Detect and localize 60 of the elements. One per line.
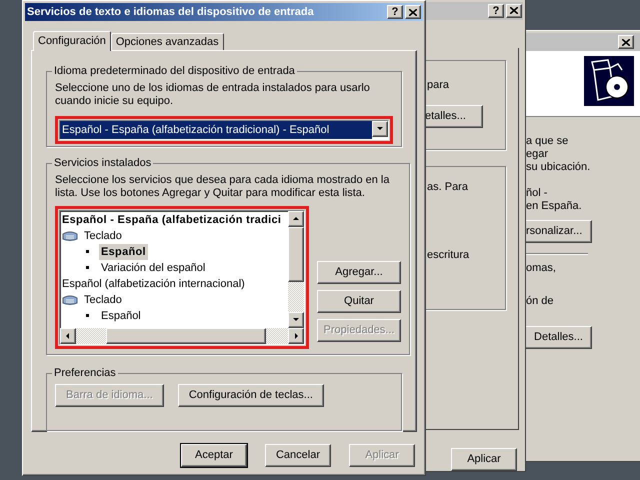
description-text: as. Para	[426, 180, 469, 195]
apply-button[interactable]: Aplicar	[451, 448, 517, 471]
scroll-thumb[interactable]	[288, 226, 304, 282]
close-button[interactable]	[506, 4, 522, 18]
close-icon	[510, 7, 518, 14]
service-item[interactable]: Variación del español	[99, 260, 208, 276]
description-text: omas,	[526, 262, 557, 275]
keyboard-icon	[62, 230, 78, 241]
description-text: Seleccione los servicios que desea para cada idioma mostrado en la lista. Use los botones Agregar y Quitar para modificar esta lista.	[55, 174, 390, 200]
keyboard-icon	[62, 294, 78, 305]
triangle-icon	[376, 124, 384, 132]
language-item[interactable]: Español - España (alfabetización tradici	[60, 212, 288, 228]
services-list[interactable]: Español - España (alfabetización tradici Teclado Español Variación del español Español (alfabetización internacional) Teclado Español	[59, 210, 305, 344]
close-icon	[622, 38, 630, 46]
close-button[interactable]	[405, 5, 421, 19]
vertical-scrollbar[interactable]	[288, 210, 304, 328]
description-text: ñol -	[526, 187, 548, 200]
help-button[interactable]: ?	[488, 4, 504, 18]
category-label: Teclado	[84, 292, 122, 308]
description-text: ón de	[526, 295, 555, 308]
group-label: Servicios instalados	[53, 156, 152, 171]
triangle-icon	[64, 332, 72, 340]
dropdown-arrow-button[interactable]	[372, 120, 388, 136]
scroll-left-button[interactable]	[60, 328, 76, 344]
details-button[interactable]: Detalles...	[526, 326, 592, 349]
description-text: para	[426, 78, 450, 93]
dialog-button[interactable]: Cancelar	[265, 444, 331, 467]
tab[interactable]: Configuración	[33, 31, 111, 51]
window-title: Servicios de texto e idiomas del dispositivo de entrada	[27, 4, 314, 20]
customize-button[interactable]: rsonalizar...	[526, 220, 592, 243]
dialog-button[interactable]: Aceptar	[181, 444, 247, 467]
scroll-down-button[interactable]	[288, 312, 304, 328]
category-label: Teclado	[84, 228, 122, 244]
group-label: Preferencias	[53, 366, 117, 382]
preference-button[interactable]: Configuración de teclas...	[178, 384, 324, 407]
scroll-right-button[interactable]	[288, 328, 304, 344]
description-text: egar	[526, 148, 550, 161]
service-item[interactable]: Español	[99, 308, 143, 324]
bullet-icon	[86, 250, 89, 253]
tab[interactable]: Opciones avanzadas	[110, 33, 224, 50]
description-text: a que se	[526, 135, 570, 148]
horizontal-scrollbar[interactable]	[60, 328, 304, 344]
description-text: escritura	[426, 248, 470, 264]
language-item[interactable]: Español (alfabetización internacional)	[60, 276, 288, 292]
description-text: Seleccione uno de los idiomas de entrada instalados para usarlo cuando inicie su equipo.	[55, 82, 371, 108]
scroll-thumb[interactable]	[106, 328, 266, 344]
group-label: Idioma predeterminado del dispositivo de entrada	[53, 64, 296, 79]
description-text: su ubicación.	[526, 161, 592, 174]
bullet-icon	[86, 266, 89, 269]
close-button[interactable]	[618, 35, 634, 49]
bullet-icon	[86, 314, 89, 317]
list-action-button[interactable]: Quitar	[317, 290, 401, 312]
scroll-up-button[interactable]	[288, 210, 304, 226]
service-item[interactable]: Español	[99, 244, 148, 260]
description-text: en España.	[526, 200, 583, 213]
help-button[interactable]: ?	[387, 5, 403, 19]
details-button[interactable]: etalles...	[425, 105, 483, 128]
close-icon	[409, 8, 417, 16]
list-action-button[interactable]: Agregar...	[317, 260, 401, 284]
triangle-icon	[292, 214, 300, 222]
